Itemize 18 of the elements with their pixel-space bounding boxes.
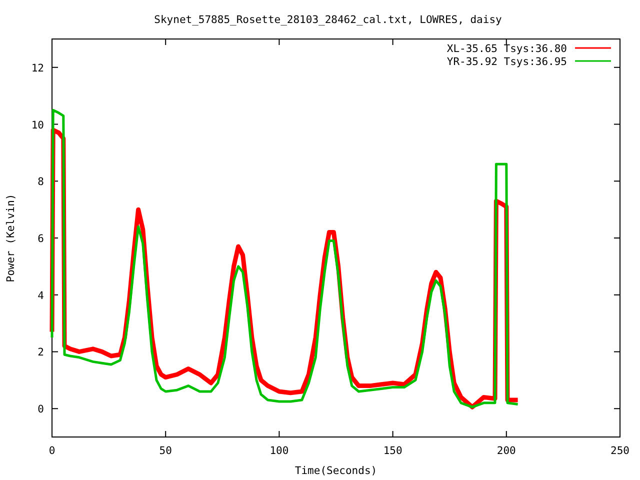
y-tick-label: 0 [38, 404, 44, 416]
y-tick-label: 12 [31, 62, 44, 74]
chart-title: Skynet_57885_Rosette_28103_28462_cal.txt, LOWRES, daisy [154, 14, 502, 26]
x-axis-label: Time(Seconds) [294, 465, 378, 477]
x-tick-label: 50 [159, 445, 172, 457]
x-tick-label: 100 [270, 445, 289, 457]
y-tick-label: 8 [38, 176, 44, 188]
y-tick-label: 2 [38, 346, 44, 359]
y-axis-label: Power (Kelvin) [5, 194, 17, 282]
y-tick-label: 6 [38, 233, 44, 245]
legend-label: YR-35.92 Tsys:36.95 [446, 56, 567, 68]
y-tick-label: 4 [38, 290, 44, 302]
x-tick-label: 200 [496, 445, 516, 457]
y-tick-label: 10 [31, 119, 44, 132]
legend-label: XL-35.65 Tsys:36.80 [446, 43, 567, 55]
x-tick-label: 250 [610, 445, 630, 457]
x-tick-label: 0 [48, 445, 56, 457]
x-tick-label: 150 [383, 445, 402, 457]
